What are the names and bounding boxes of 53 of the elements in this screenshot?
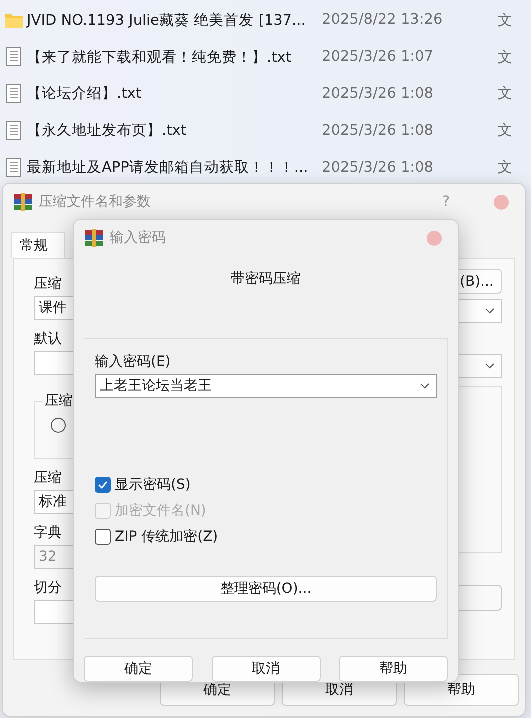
document-icon — [4, 120, 24, 141]
file-date: 2025/3/26 1:08 — [322, 122, 435, 139]
close-button[interactable] — [427, 230, 442, 246]
folder-icon — [4, 12, 24, 29]
checkbox-label[interactable]: 显示密码(S) — [115, 476, 191, 494]
file-type: 文 — [498, 159, 513, 178]
file-type: 文 — [498, 122, 513, 140]
file-type: 文 — [498, 48, 513, 67]
field-label: 字典 — [34, 524, 62, 542]
field-label: 默认 — [34, 330, 62, 348]
close-button[interactable] — [494, 194, 509, 210]
books-icon — [13, 192, 33, 212]
chevron-down-icon — [420, 383, 430, 389]
file-date: 2025/3/26 1:07 — [322, 49, 435, 66]
checkbox-label[interactable]: ZIP 传统加密(Z) — [115, 528, 218, 546]
dialog-button[interactable]: 确定 — [84, 656, 193, 682]
field-label: 切分 — [34, 579, 62, 597]
file-name[interactable]: 【来了就能下载和观看！纯免费！】.txt — [27, 48, 322, 67]
browse-button[interactable]: (B)... — [456, 269, 502, 294]
dialog-button[interactable]: 帮助 — [339, 656, 448, 682]
books-icon — [84, 228, 104, 248]
checkbox[interactable] — [95, 529, 111, 545]
dropdown-field[interactable] — [456, 354, 502, 378]
tab[interactable]: 常规 — [11, 232, 65, 258]
input-field[interactable] — [456, 585, 502, 611]
file-date: 2025/3/26 1:08 — [322, 86, 435, 102]
document-icon — [4, 47, 24, 68]
window-title: 输入密码 — [110, 229, 167, 247]
dialog-heading: 带密码压缩 — [231, 270, 301, 289]
check-icon — [98, 481, 108, 489]
chevron-down-icon — [485, 308, 495, 314]
chevron-down-icon — [485, 363, 495, 369]
window-title: 压缩文件名和参数 — [39, 193, 152, 211]
group-title: 压缩 — [43, 392, 75, 410]
dropdown-field[interactable] — [456, 299, 502, 323]
field-label: 压缩 — [34, 275, 62, 293]
file-name[interactable]: 【论坛介绍】.txt — [27, 84, 322, 104]
file-type: 文 — [498, 85, 513, 104]
password-field[interactable]: 上老王论坛当老王 — [95, 374, 437, 398]
file-date: 2025/8/22 13:26 — [322, 12, 444, 28]
dialog-button[interactable]: 取消 — [212, 656, 320, 682]
file-name[interactable]: 最新地址及APP请发邮箱自动获取！！！... — [27, 158, 322, 178]
file-date: 2025/3/26 1:08 — [322, 160, 435, 176]
file-name[interactable]: JVID NO.1193 Julie藏葵 绝美首发 [137... — [27, 10, 322, 30]
field-label: 压缩 — [34, 469, 62, 487]
radio-button[interactable] — [51, 418, 66, 433]
organize-passwords-button[interactable]: 整理密码(O)... — [95, 576, 437, 602]
file-name[interactable]: 【永久地址发布页】.txt — [27, 121, 322, 140]
field-label: 输入密码(E) — [95, 353, 171, 371]
document-icon — [4, 84, 24, 104]
checkbox[interactable] — [95, 477, 111, 493]
document-icon — [4, 158, 24, 178]
file-type: 文 — [498, 12, 513, 30]
